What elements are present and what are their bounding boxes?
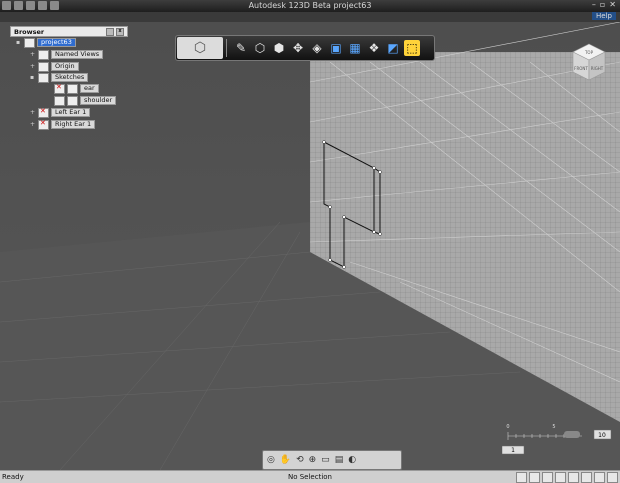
navigation-toolbar: ◎ ✋ ⟲ ⊕ ▭ ▤ ◐	[262, 450, 402, 470]
browser-item-label: Sketches	[51, 73, 89, 82]
window-title: Autodesk 123D Beta project63	[248, 1, 372, 10]
visibility-off-icon[interactable]	[38, 107, 49, 118]
pan-icon[interactable]: ✋	[280, 455, 291, 465]
status-bar: Ready No Selection	[0, 470, 620, 483]
modify-icon[interactable]: ◈	[309, 40, 325, 56]
browser-item-label: ear	[80, 84, 99, 93]
browser-item-left-ear[interactable]: + Left Ear 1	[30, 107, 91, 118]
unit-value: 1	[511, 447, 515, 454]
browser-item-label: Left Ear 1	[51, 108, 91, 117]
pin-icon[interactable]	[106, 27, 114, 36]
layers-icon[interactable]	[581, 472, 592, 483]
snap-icon[interactable]	[529, 472, 540, 483]
scale-ruler: 0 5 10 1	[502, 424, 612, 455]
browser-item-label: Named Views	[51, 50, 104, 59]
view-icon[interactable]: ▤	[335, 455, 344, 465]
grid-icon[interactable]	[516, 472, 527, 483]
pencil-icon[interactable]: ✎	[233, 40, 249, 56]
browser-item-label: project63	[37, 38, 76, 47]
folder-icon	[38, 61, 49, 72]
viewcube-right-label: RIGHT	[591, 66, 604, 71]
viewcube-top-label: TOP	[584, 50, 594, 55]
window-controls: – ▫ ✕	[592, 0, 616, 9]
collapse-toggle-icon[interactable]: ▪	[16, 39, 22, 46]
title-bar: Autodesk 123D Beta project63 – ▫ ✕	[0, 0, 620, 12]
extrude-icon[interactable]: ⬢	[271, 40, 287, 56]
display-icon[interactable]	[555, 472, 566, 483]
browser-title: Browser	[14, 27, 45, 36]
group-icon[interactable]: ❖	[366, 40, 382, 56]
box-icon[interactable]: ⬡	[252, 40, 268, 56]
toolbar-divider	[226, 39, 227, 57]
steering-wheel-icon[interactable]: ◎	[267, 455, 275, 465]
ortho-icon[interactable]	[542, 472, 553, 483]
panel-close-icon[interactable]: x	[116, 27, 124, 36]
expand-toggle-icon[interactable]: +	[30, 121, 36, 128]
folder-icon	[38, 49, 49, 60]
combine-icon[interactable]: ▣	[328, 40, 344, 56]
browser-item-label: Origin	[51, 62, 79, 71]
measure-icon[interactable]: ⬚	[404, 40, 420, 56]
collapse-toggle-icon[interactable]: ▪	[30, 74, 36, 81]
minimize-icon[interactable]: –	[592, 0, 596, 9]
menu-bar: Help	[0, 12, 620, 22]
sketch-icon	[67, 83, 78, 94]
browser-item-right-ear[interactable]: + Right Ear 1	[30, 119, 96, 130]
project-icon	[24, 37, 35, 48]
expand-toggle-icon[interactable]: +	[30, 51, 36, 58]
browser-item-sketch-ear[interactable]: ear	[54, 83, 99, 94]
visibility-off-icon[interactable]	[54, 83, 65, 94]
layout-icon[interactable]	[568, 472, 579, 483]
close-icon[interactable]: ✕	[609, 0, 616, 9]
status-icons	[516, 472, 618, 483]
browser-item-label: shoulder	[80, 96, 117, 105]
sketch-icon	[67, 95, 78, 106]
browser-item-label: Right Ear 1	[51, 120, 96, 129]
viewcube-front-label: FRONT	[574, 66, 588, 71]
orbit-icon[interactable]: ⟲	[296, 455, 304, 465]
browser-item-sketch-shoulder[interactable]: shoulder	[54, 95, 117, 106]
maximize-icon[interactable]: ▫	[600, 0, 605, 9]
palette-icon[interactable]	[607, 472, 618, 483]
browser-panel: Browser x	[10, 26, 128, 37]
expand-toggle-icon[interactable]: +	[30, 63, 36, 70]
browser-item-root[interactable]: ▪ project63	[16, 37, 76, 48]
browser-item-sketches[interactable]: ▪ Sketches	[30, 72, 89, 83]
move-icon[interactable]: ✥	[290, 40, 306, 56]
visibility-off-icon[interactable]	[38, 119, 49, 130]
pattern-icon[interactable]: ▦	[347, 40, 363, 56]
browser-header: Browser x	[10, 26, 128, 37]
make-3d-icon[interactable]: ◩	[385, 40, 401, 56]
browser-item-named-views[interactable]: + Named Views	[30, 49, 104, 60]
view-cube[interactable]: TOP FRONT RIGHT	[572, 42, 606, 82]
ruler-slider-handle[interactable]	[564, 431, 580, 438]
folder-icon	[38, 72, 49, 83]
logo-icon[interactable]: ⬡	[177, 37, 223, 59]
ruler-five-label: 5	[552, 424, 555, 430]
visual-style-icon[interactable]: ◐	[348, 455, 356, 465]
scale-value: 10	[598, 432, 606, 439]
browser-item-origin[interactable]: + Origin	[30, 61, 79, 72]
help-menu[interactable]: Help	[592, 12, 616, 20]
zoom-icon[interactable]: ⊕	[309, 455, 317, 465]
fit-icon[interactable]: ▭	[321, 455, 330, 465]
visibility-on-icon[interactable]	[54, 95, 65, 106]
ruler-zero-label: 0	[506, 424, 509, 430]
warning-icon[interactable]	[594, 472, 605, 483]
expand-toggle-icon[interactable]: +	[30, 109, 36, 116]
main-toolbar: ⬡ ✎ ⬡ ⬢ ✥ ◈ ▣ ▦ ❖ ◩ ⬚	[175, 35, 435, 61]
